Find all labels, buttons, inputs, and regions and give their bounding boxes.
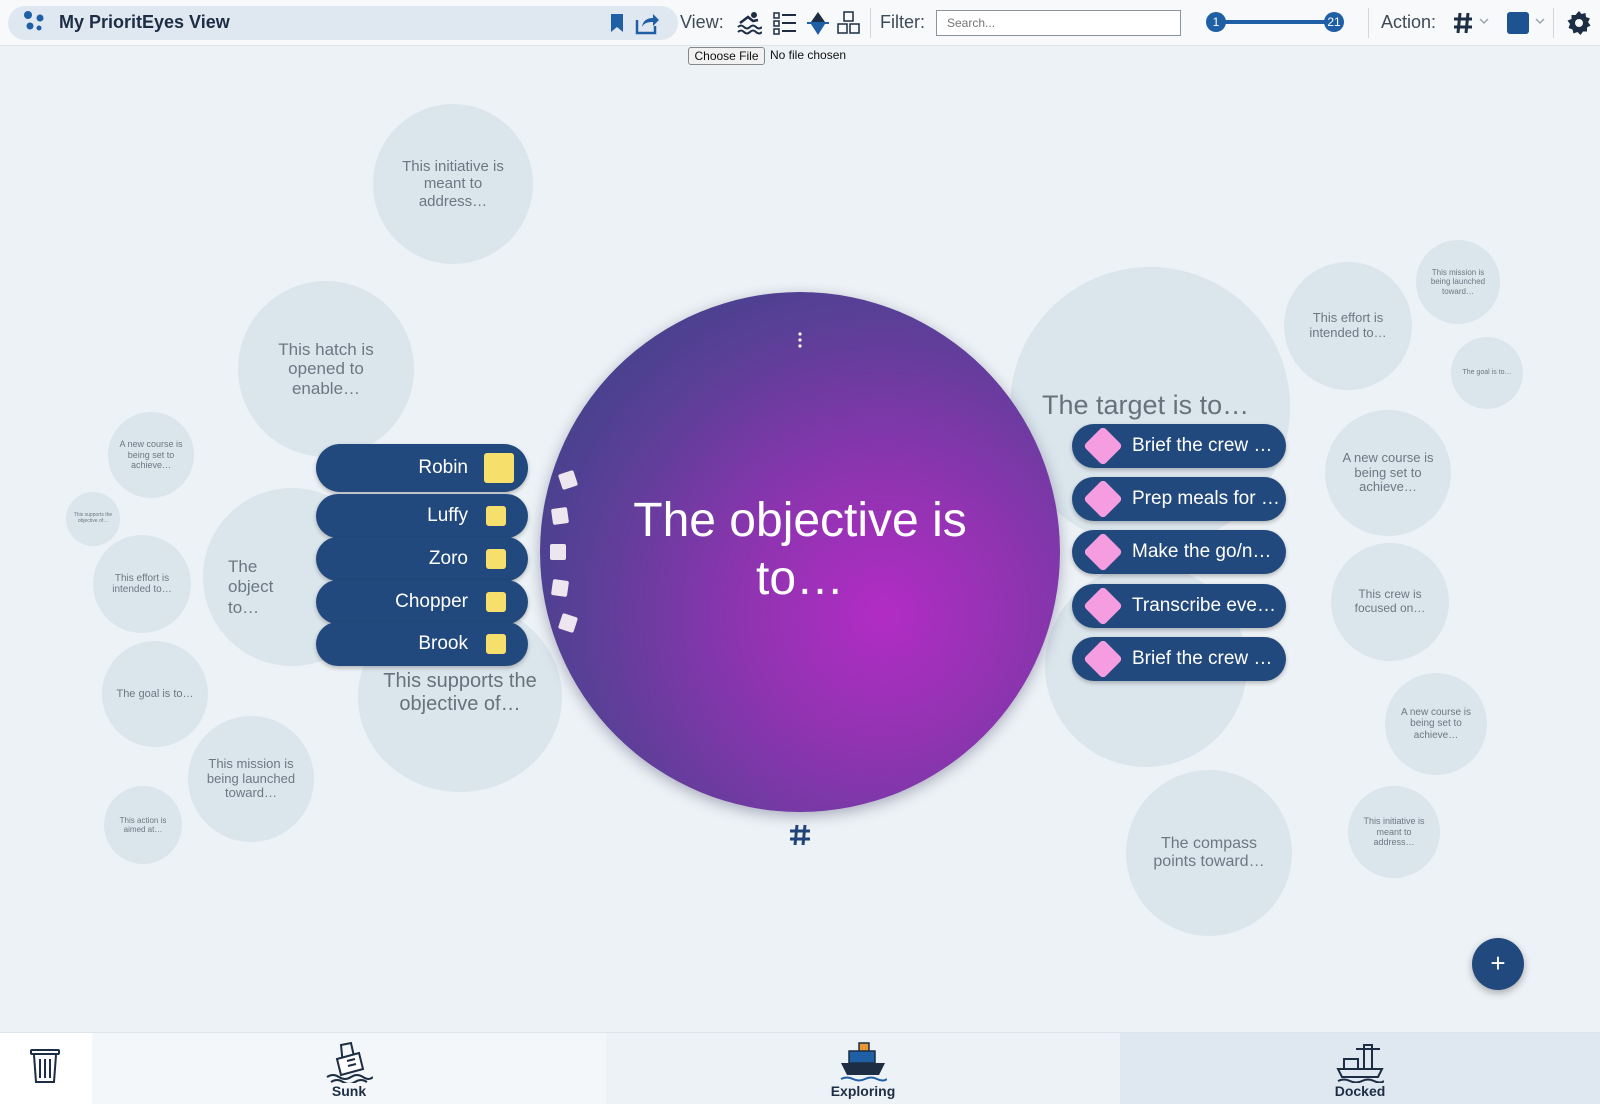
sinking-ship-icon — [326, 1041, 373, 1083]
team-member-pill[interactable]: Robin — [316, 444, 528, 492]
team-member-name: Luffy — [427, 505, 468, 526]
bubble-label: The target is to… — [1042, 390, 1250, 420]
bubble[interactable]: This hatch is opened to enable… — [238, 281, 414, 457]
action-label: Action: — [1381, 12, 1437, 32]
task-label: Make the go/n… — [1132, 541, 1272, 562]
tab-docked[interactable]: Docked — [1120, 1033, 1600, 1104]
bubble[interactable]: This effort is intended to… — [93, 535, 191, 633]
bubble[interactable]: This action is aimed at… — [104, 786, 182, 864]
task-label: Prep meals for … — [1132, 488, 1280, 509]
hashtag-icon[interactable] — [788, 823, 812, 847]
task-pill[interactable]: Transcribe eve… — [1072, 584, 1286, 628]
bubble[interactable]: This initiative is meant to address… — [373, 104, 533, 264]
diamond-icon — [1083, 426, 1123, 466]
choose-file-button[interactable]: Choose File — [688, 47, 765, 65]
bottom-bar: Sunk Exploring Docked — [0, 1032, 1600, 1104]
member-colour-square — [486, 592, 506, 612]
bookmark-icon[interactable] — [608, 10, 626, 36]
add-button[interactable]: + — [1472, 938, 1524, 990]
team-member-pill[interactable]: Luffy — [316, 494, 528, 538]
divider — [1368, 8, 1369, 38]
bubble-label: This supports the objective of… — [383, 670, 537, 715]
member-colour-square — [486, 634, 506, 654]
team-member-name: Chopper — [395, 591, 468, 612]
central-objective-text: The objective is to… — [633, 494, 967, 605]
chevron-down-icon[interactable] — [1479, 16, 1489, 26]
tab-sunk-label: Sunk — [331, 1083, 367, 1099]
drag-handle[interactable] — [550, 578, 570, 598]
bubble[interactable]: The goal is to… — [102, 641, 208, 747]
bubble[interactable]: A new course is being set to achieve… — [1325, 410, 1451, 536]
diamond-icon — [1083, 639, 1123, 679]
view-label: View: — [680, 12, 724, 32]
share-icon[interactable] — [634, 10, 660, 36]
trash-icon[interactable] — [28, 1045, 62, 1085]
swim-view-icon[interactable] — [736, 10, 762, 36]
app-title: My PrioritEyes View — [59, 12, 230, 32]
bubble[interactable]: A new course is being set to achieve… — [1385, 673, 1487, 775]
more-options-icon[interactable] — [796, 330, 804, 350]
file-status: No file chosen — [770, 48, 847, 62]
task-pill[interactable]: Brief the crew … — [1072, 424, 1286, 468]
divider — [1553, 8, 1554, 38]
bubble[interactable]: The goal is to… — [1451, 337, 1523, 409]
bubble[interactable]: The compass points toward… — [1126, 770, 1292, 936]
top-bar: My PrioritEyes View View: Filter: 1 21 A… — [0, 0, 1600, 46]
bubble[interactable]: This initiative is meant to address… — [1348, 786, 1440, 878]
search-input[interactable] — [936, 10, 1181, 36]
task-label: Transcribe eve… — [1132, 595, 1276, 616]
tab-exploring[interactable]: Exploring — [606, 1033, 1120, 1104]
trash-drop-zone[interactable] — [0, 1033, 92, 1104]
diamond-icon — [1083, 586, 1123, 626]
task-pill[interactable]: Brief the crew … — [1072, 637, 1286, 681]
drag-handle[interactable] — [550, 544, 566, 560]
tab-exploring-label: Exploring — [830, 1083, 896, 1099]
hashtag-icon[interactable] — [1452, 10, 1474, 36]
bubble[interactable]: This supports the objective of… — [66, 492, 120, 546]
team-member-pill[interactable]: Chopper — [316, 580, 528, 624]
dock-icon — [1336, 1044, 1384, 1083]
filter-label: Filter: — [880, 12, 925, 32]
team-member-name: Zoro — [428, 548, 468, 569]
bubble[interactable]: This effort is intended to… — [1284, 262, 1412, 390]
gear-icon[interactable] — [1566, 10, 1592, 36]
iceberg-view-icon[interactable] — [805, 10, 831, 36]
team-member-pill[interactable]: Zoro — [316, 537, 528, 581]
bubble[interactable]: This crew is focused on… — [1331, 543, 1449, 661]
range-slider-track[interactable] — [1216, 20, 1334, 24]
member-colour-square — [486, 506, 506, 526]
divider — [870, 8, 871, 38]
bubble[interactable]: This mission is being launched toward… — [1416, 240, 1500, 324]
drag-handle[interactable] — [550, 506, 570, 526]
tab-docked-label: Docked — [1334, 1083, 1386, 1099]
task-pill[interactable]: Prep meals for … — [1072, 477, 1286, 521]
task-pill[interactable]: Make the go/n… — [1072, 530, 1286, 574]
list-view-icon[interactable] — [772, 10, 798, 36]
tab-sunk[interactable]: Sunk — [92, 1033, 606, 1104]
range-slider-min-handle[interactable]: 1 — [1206, 12, 1226, 32]
bubble[interactable]: A new course is being set to achieve… — [108, 412, 194, 498]
range-slider-max-handle[interactable]: 21 — [1324, 12, 1344, 32]
member-colour-square — [484, 453, 514, 483]
task-label: Brief the crew … — [1132, 435, 1273, 456]
ship-icon — [840, 1042, 887, 1082]
member-colour-square — [486, 549, 506, 569]
task-label: Brief the crew … — [1132, 648, 1273, 669]
bubble-label: The object to… — [228, 557, 274, 617]
chevron-down-icon[interactable] — [1535, 16, 1545, 26]
diamond-icon — [1083, 479, 1123, 519]
app-logo-icon[interactable] — [22, 9, 46, 33]
team-member-name: Brook — [418, 633, 468, 654]
blocks-view-icon[interactable] — [836, 10, 862, 36]
team-member-pill[interactable]: Brook — [316, 622, 528, 666]
team-member-name: Robin — [418, 457, 468, 478]
bubble[interactable]: This mission is being launched toward… — [188, 716, 314, 842]
colour-picker-swatch[interactable] — [1507, 12, 1529, 34]
diamond-icon — [1083, 532, 1123, 572]
